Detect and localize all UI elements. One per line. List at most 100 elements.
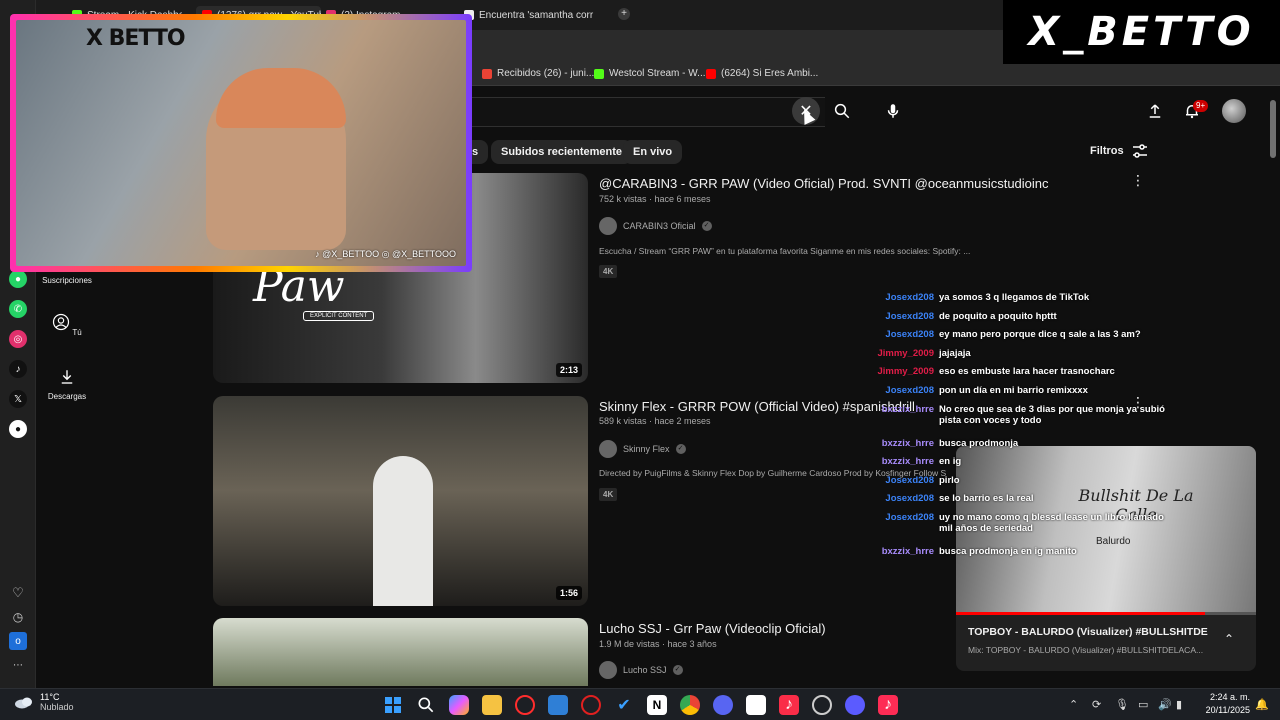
chat-text: pirlo [939,474,960,486]
notion-icon[interactable]: N [647,695,667,715]
channel-avatar [599,440,617,458]
chat-username: Josexd208 [885,310,934,322]
chat-username: bxzzix_hrre [881,546,934,557]
webcam-logo: X BETTO [86,26,186,51]
quality-badge: 4K [599,488,618,501]
guide-downloads[interactable]: Descargas [38,368,96,401]
video-title[interactable]: Lucho SSJ - Grr Paw (Videoclip Oficial) [599,621,826,636]
guide-subscriptions[interactable]: Suscripciones [38,276,96,285]
new-tab-button[interactable]: + [618,8,630,20]
chip-recently-uploaded[interactable]: Subidos recientemente [491,140,633,164]
copilot-icon[interactable] [449,695,469,715]
todo-icon[interactable]: ✔ [614,695,634,715]
guide-you[interactable]: Tú [38,313,96,337]
opera-gx-icon[interactable] [515,695,535,715]
tiktok-icon[interactable]: ♪ [9,360,27,378]
display-icon[interactable]: ▭ [1138,698,1148,711]
download-icon [61,370,73,384]
channel-link[interactable]: Lucho SSJ ✓ [599,661,683,679]
account-avatar[interactable] [1222,99,1246,123]
system-clock[interactable]: 2:24 a. m. 20/11/2025 [1196,691,1250,717]
channel-link[interactable]: Skinny Flex ✓ [599,440,686,458]
obs-icon[interactable] [845,695,865,715]
notification-count-badge: 9+ [1193,100,1209,112]
file-explorer-icon[interactable] [482,695,502,715]
weather-desc: Nublado [40,702,74,712]
calendar-icon[interactable] [746,695,766,715]
channel-avatar [599,661,617,679]
x-icon[interactable]: 𝕏 [9,390,27,408]
search-icon[interactable] [416,695,436,715]
duration-badge: 2:13 [555,363,582,377]
more-icon[interactable]: ⋯ [9,656,27,674]
chat-username: Josexd208 [885,474,934,486]
search-input[interactable] [440,97,825,127]
discord-icon[interactable] [713,695,733,715]
heart-icon[interactable]: ♡ [9,584,27,602]
store-icon[interactable] [548,695,568,715]
instagram-icon[interactable]: ◎ [9,330,27,348]
video-meta: 589 k vistas · hace 2 meses [599,416,711,426]
video-title[interactable]: @CARABIN3 - GRR PAW (Video Oficial) Prod… [599,176,1049,191]
chat-username: bxzzix_hrre [881,437,934,449]
chrome-icon[interactable] [680,695,700,715]
person-icon [53,313,70,331]
video-thumbnail[interactable] [213,618,588,686]
tab-search[interactable]: Encuentra 'samantha corr [464,6,604,24]
miniplayer-progress[interactable] [956,612,1256,615]
search-button[interactable] [830,99,854,123]
filters-button[interactable]: Filtros [1090,144,1148,158]
chat-text: busca prodmonja [939,437,1019,449]
chat-text: No creo que sea de 3 dias por que monja … [939,403,1165,426]
microphone-icon[interactable]: 🎙 [1115,698,1129,711]
bookmark-westcol[interactable]: Westcol Stream - W... [594,68,706,79]
verified-icon: ✓ [675,444,686,454]
more-actions-icon[interactable]: ⋮ [1131,172,1145,189]
page-scrollbar[interactable] [1270,100,1276,158]
clock-time: 2:24 a. m. [1209,692,1250,702]
thumbnail-figure [373,456,433,606]
chip-live[interactable]: En vivo [623,140,683,164]
bookmark-gmail[interactable]: Recibidos (26) - juni... [482,68,594,79]
notification-bell-icon[interactable]: 🔔 [1255,698,1269,711]
chevron-up-icon[interactable]: ⌃ [1069,698,1078,711]
video-description: Escucha / Stream “GRR PAW” en tu platafo… [599,246,971,256]
weather-widget[interactable]: 11°C Nublado [14,692,74,712]
gmail-icon [482,68,492,79]
outlook-icon[interactable]: o [9,632,27,650]
tiktok-icon[interactable]: ♪ [878,695,898,715]
voice-search-button[interactable] [879,97,907,125]
start-icon[interactable] [383,695,403,715]
chat-text: jajajaja [939,347,971,359]
chat-text: de poquito a poquito hpttt [939,310,1057,322]
windows-taskbar: 11°C Nublado ✔ N ♪ ♪ ⌃ ⟳ 🎙 ▭ 🔊 ▮ 2:24 a.… [0,688,1280,720]
channel-avatar [599,217,617,235]
whatsapp-icon[interactable]: ● [9,270,27,288]
music-icon[interactable]: ♪ [779,695,799,715]
whatsapp-icon-2[interactable]: ✆ [9,300,27,318]
verified-icon: ✓ [672,665,683,675]
video-thumbnail[interactable]: 1:56 [213,396,588,606]
battery-icon[interactable]: ▮ [1176,698,1182,711]
chat-text: ya somos 3 q llegamos de TikTok [939,292,1090,303]
video-meta: 752 k vistas · hace 6 meses [599,194,711,204]
miniplayer-title[interactable]: TOPBOY - BALURDO (Visualizer) #BULLSHITD… [968,626,1208,638]
opera-icon[interactable] [581,695,601,715]
quality-badge: 4K [599,265,618,278]
bookmark-youtube[interactable]: (6264) Si Eres Ambi... [706,68,818,79]
upload-button[interactable] [1143,99,1167,123]
chat-username: Josexd208 [885,329,934,341]
media-icon[interactable]: ● [9,420,27,438]
channel-link[interactable]: CARABIN3 Oficial ✓ [599,217,712,235]
history-icon[interactable]: ◷ [9,608,27,626]
microphone-icon [887,104,899,118]
video-title[interactable]: Skinny Flex - GRRR POW (Official Video) … [599,399,915,414]
steam-icon[interactable] [812,695,832,715]
expand-icon[interactable]: ⌃ [1224,632,1234,646]
sync-icon[interactable]: ⟳ [1092,698,1101,711]
verified-icon: ✓ [701,221,712,231]
chat-username: bxzzix_hrre [881,456,934,468]
explicit-tag: EXPLICIT CONTENT [303,311,375,321]
volume-icon[interactable]: 🔊 [1158,698,1172,711]
kick-icon [594,68,604,79]
